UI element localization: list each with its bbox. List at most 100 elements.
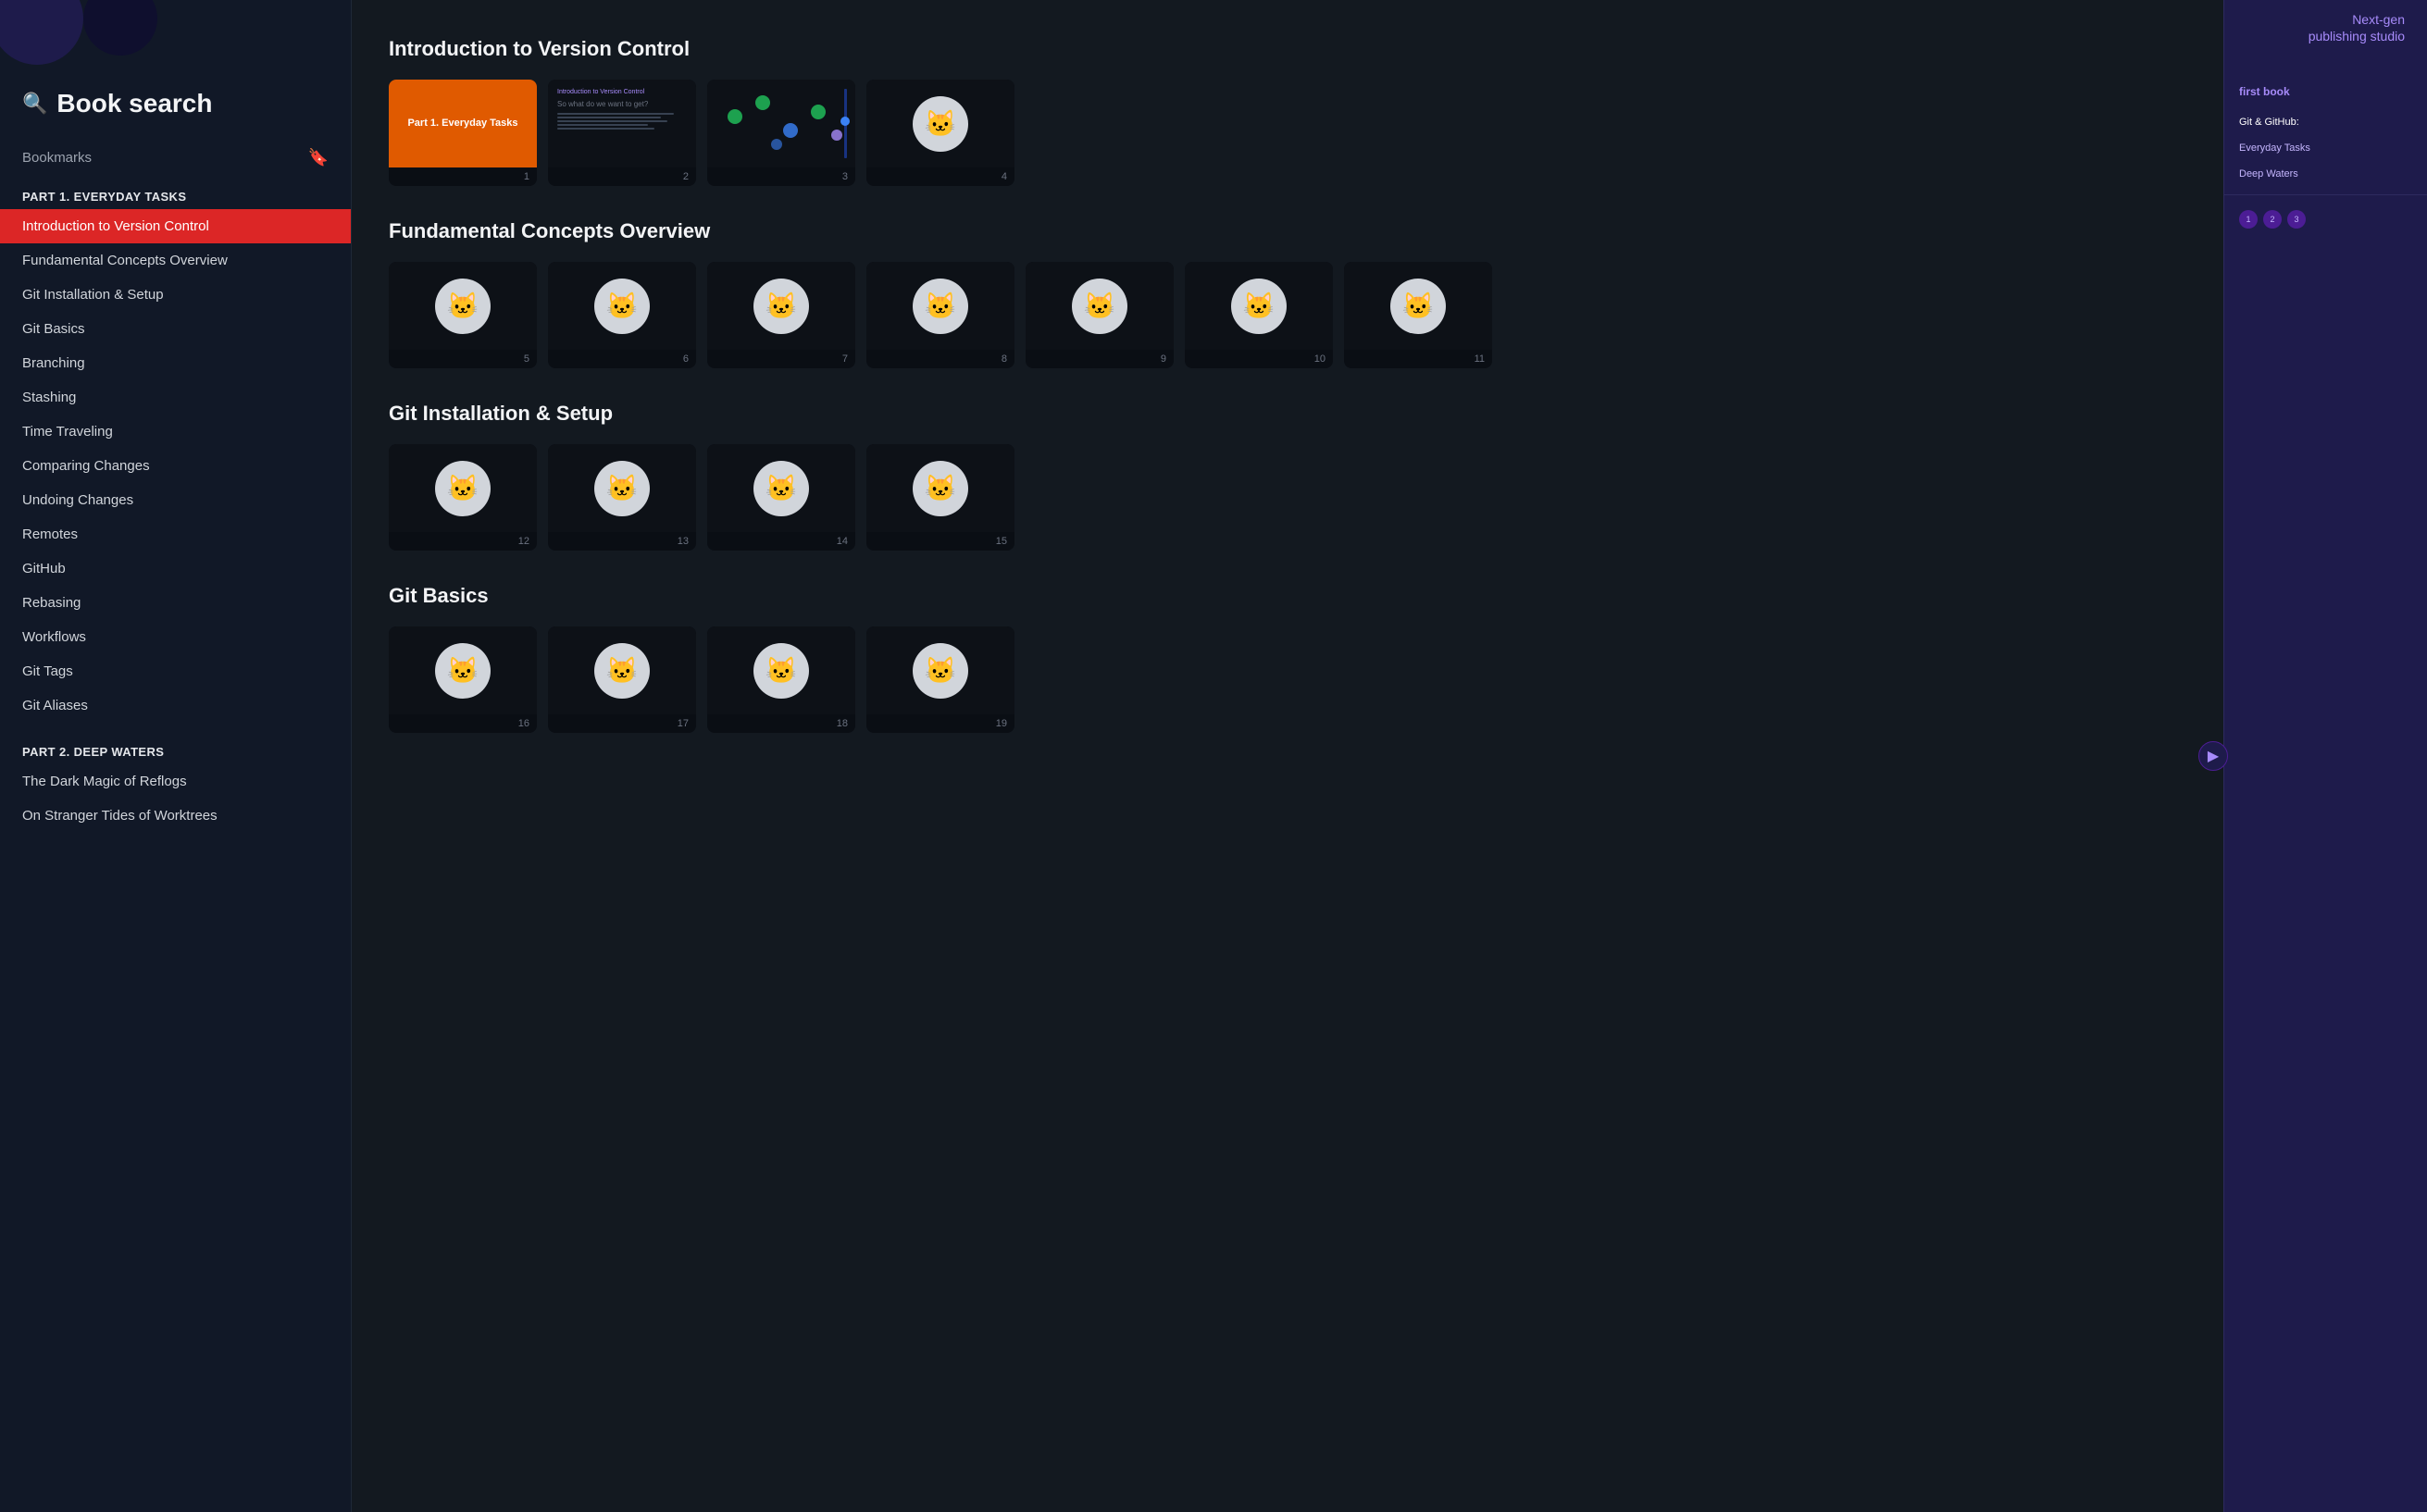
- sidebar-item-workflows[interactable]: Workflows: [0, 620, 351, 654]
- slide-cat-icon: 🐱: [1072, 279, 1127, 334]
- right-panel-item[interactable]: Git & GitHub:: [2224, 109, 2427, 135]
- right-panel-title: first book: [2239, 85, 2290, 98]
- main-content: Introduction to Version Control Part 1. …: [352, 0, 2223, 1512]
- sidebar-item-comparing-changes[interactable]: Comparing Changes: [0, 449, 351, 483]
- slide-cat-icon: 🐱: [594, 279, 650, 334]
- slide-card[interactable]: Introduction to Version Control So what …: [548, 80, 696, 186]
- badge-3[interactable]: 3: [2287, 210, 2306, 229]
- brand-line1: Next-gen: [2352, 12, 2405, 27]
- slide-number: 6: [548, 350, 696, 368]
- right-panel-item[interactable]: Everyday Tasks: [2224, 135, 2427, 161]
- slide-card[interactable]: 🐱 8: [866, 262, 1014, 368]
- slide-question: So what do we want to get?: [557, 100, 648, 108]
- slide-card[interactable]: 🐱 7: [707, 262, 855, 368]
- slide-cat-icon: 🐱: [753, 279, 809, 334]
- slide-orange-text: Part 1. Everyday Tasks: [396, 105, 529, 142]
- slide-card[interactable]: 🐱 12: [389, 444, 537, 551]
- slide-cat-icon: 🐱: [753, 461, 809, 516]
- bookmark-icon[interactable]: 🔖: [308, 148, 329, 167]
- slide-card[interactable]: 🐱 5: [389, 262, 537, 368]
- sidebar-item-time-traveling[interactable]: Time Traveling: [0, 415, 351, 449]
- slide-cat-icon: 🐱: [594, 643, 650, 699]
- slide-cat-icon: 🐱: [753, 643, 809, 699]
- slide-number: 17: [548, 714, 696, 733]
- slide-card[interactable]: Part 1. Everyday Tasks 1: [389, 80, 537, 186]
- arrow-icon: ▶: [2208, 747, 2219, 765]
- brand-label: Next-gen publishing studio: [2286, 0, 2427, 56]
- bookmarks-row: Bookmarks 🔖: [0, 141, 351, 182]
- slide-card[interactable]: 🐱 16: [389, 626, 537, 733]
- slides-grid-git-install: 🐱 12 🐱 13 🐱 14 🐱 15: [389, 444, 2186, 551]
- slide-card[interactable]: 🐱 11: [1344, 262, 1492, 368]
- slides-grid-git-basics: 🐱 16 🐱 17 🐱 18 🐱 19: [389, 626, 2186, 733]
- part1-label: PART 1. EVERYDAY TASKS: [0, 182, 351, 209]
- sidebar-item-remotes[interactable]: Remotes: [0, 517, 351, 552]
- brand-line2: publishing studio: [2309, 29, 2405, 43]
- section-title-intro: Introduction to Version Control: [389, 37, 2186, 61]
- sidebar-item-stashing[interactable]: Stashing: [0, 380, 351, 415]
- sidebar-item-rebasing[interactable]: Rebasing: [0, 586, 351, 620]
- sidebar-item-fundamental-concepts[interactable]: Fundamental Concepts Overview: [0, 243, 351, 278]
- sidebar-item-intro-version-control[interactable]: Introduction to Version Control: [0, 209, 351, 243]
- section-title-git-basics: Git Basics: [389, 584, 2186, 608]
- panel-toggle-arrow[interactable]: ▶: [2198, 741, 2228, 771]
- sidebar-item-dark-magic-reflogs[interactable]: The Dark Magic of Reflogs: [0, 764, 351, 799]
- right-panel-header: first book: [2224, 74, 2427, 109]
- part2-label: PART 2. DEEP WATERS: [0, 737, 351, 764]
- slide-number: 18: [707, 714, 855, 733]
- slide-card[interactable]: 🐱 14: [707, 444, 855, 551]
- sidebar-item-undoing-changes[interactable]: Undoing Changes: [0, 483, 351, 517]
- slide-card[interactable]: 🐱 15: [866, 444, 1014, 551]
- slide-dots-svg: [707, 80, 855, 167]
- slide-cat-icon: 🐱: [435, 279, 491, 334]
- slide-cat-icon: 🐱: [1390, 279, 1446, 334]
- slide-number: 12: [389, 532, 537, 551]
- sidebar-item-on-stranger-tides[interactable]: On Stranger Tides of Worktrees: [0, 799, 351, 833]
- slide-cat-icon: 🐱: [435, 643, 491, 699]
- slide-card[interactable]: 🐱 18: [707, 626, 855, 733]
- slide-number: 8: [866, 350, 1014, 368]
- sidebar-item-git-tags[interactable]: Git Tags: [0, 654, 351, 688]
- sidebar: 🔍 Book search Bookmarks 🔖 PART 1. EVERYD…: [0, 0, 352, 1512]
- slide-cat-icon: 🐱: [435, 461, 491, 516]
- slide-number: 7: [707, 350, 855, 368]
- slide-number: 5: [389, 350, 537, 368]
- badges-row: 1 2 3: [2224, 203, 2427, 236]
- badge-1[interactable]: 1: [2239, 210, 2258, 229]
- slide-card[interactable]: 🐱 17: [548, 626, 696, 733]
- sidebar-item-git-installation[interactable]: Git Installation & Setup: [0, 278, 351, 312]
- slide-number: 2: [548, 167, 696, 186]
- badge-2[interactable]: 2: [2263, 210, 2282, 229]
- slide-card[interactable]: 🐱 13: [548, 444, 696, 551]
- sidebar-item-git-aliases[interactable]: Git Aliases: [0, 688, 351, 723]
- slide-lines: [557, 113, 687, 130]
- slide-number: 3: [707, 167, 855, 186]
- slide-card[interactable]: 3: [707, 80, 855, 186]
- slide-cat-icon: 🐱: [913, 461, 968, 516]
- sidebar-item-github[interactable]: GitHub: [0, 552, 351, 586]
- slide-card[interactable]: 🐱 9: [1026, 262, 1174, 368]
- slides-grid-intro: Part 1. Everyday Tasks 1 Introduction to…: [389, 80, 2186, 186]
- slides-grid-fundamental: 🐱 5 🐱 6 🐱 7 🐱 8: [389, 262, 2186, 368]
- slide-number: 19: [866, 714, 1014, 733]
- slide-cat-icon: 🐱: [1231, 279, 1287, 334]
- slide-number: 10: [1185, 350, 1333, 368]
- slide-number: 4: [866, 167, 1014, 186]
- slide-card[interactable]: 🐱 10: [1185, 262, 1333, 368]
- slide-card[interactable]: 🐱 19: [866, 626, 1014, 733]
- section-title-git-install: Git Installation & Setup: [389, 402, 2186, 426]
- slide-cat-icon: 🐱: [913, 279, 968, 334]
- sidebar-item-git-basics[interactable]: Git Basics: [0, 312, 351, 346]
- slide-card[interactable]: 🐱 4: [866, 80, 1014, 186]
- search-bar: 🔍 Book search: [0, 74, 351, 141]
- slide-card[interactable]: 🐱 6: [548, 262, 696, 368]
- slide-number: 15: [866, 532, 1014, 551]
- section-title-fundamental: Fundamental Concepts Overview: [389, 219, 2186, 243]
- slide-number: 14: [707, 532, 855, 551]
- sidebar-item-branching[interactable]: Branching: [0, 346, 351, 380]
- slide-number: 16: [389, 714, 537, 733]
- slide-cat-icon: 🐱: [913, 96, 968, 152]
- search-icon: 🔍: [22, 92, 47, 116]
- panel-divider: [2224, 194, 2427, 195]
- right-panel-item[interactable]: Deep Waters: [2224, 161, 2427, 187]
